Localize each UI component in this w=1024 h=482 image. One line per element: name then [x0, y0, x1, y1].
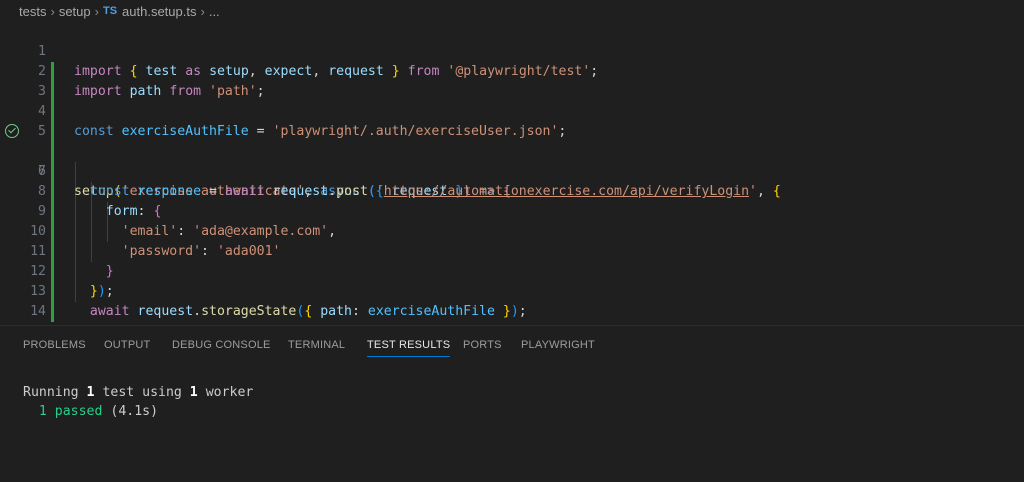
breadcrumb-folder-tests[interactable]: tests	[19, 4, 46, 19]
tab-ports[interactable]: PORTS	[463, 339, 502, 351]
typescript-file-icon: TS	[102, 5, 118, 17]
breadcrumb-symbol-ellipsis[interactable]: ...	[209, 4, 220, 19]
code-line[interactable]: 3	[0, 62, 1024, 99]
tab-test-results[interactable]: TEST RESULTS	[367, 339, 451, 357]
breadcrumb: tests › setup › TS auth.setup.ts › ...	[0, 0, 1024, 22]
code-line[interactable]: 12 });	[0, 242, 1024, 299]
code-line[interactable]: 5	[0, 102, 1024, 139]
chevron-right-icon: ›	[94, 3, 99, 19]
code-line[interactable]: 8 form: {	[0, 162, 1024, 219]
duration: (4.1s)	[110, 404, 159, 419]
code-line[interactable]: 11 }	[0, 222, 1024, 279]
code-line[interactable]: 1 import { test as setup, expect, reques…	[0, 22, 1024, 79]
chevron-right-icon: ›	[200, 3, 205, 19]
code-line[interactable]: 15	[0, 302, 1024, 339]
tab-terminal[interactable]: TERMINAL	[288, 339, 345, 351]
bottom-panel: PROBLEMS OUTPUT DEBUG CONSOLE TERMINAL T…	[0, 325, 1024, 482]
tab-problems[interactable]: PROBLEMS	[23, 339, 86, 351]
code-line[interactable]: 6 setup('exercise authenticate', async (…	[0, 122, 1024, 199]
panel-tabs: PROBLEMS OUTPUT DEBUG CONSOLE TERMINAL T…	[0, 326, 1024, 364]
test-passed-icon[interactable]	[5, 124, 19, 138]
code-line[interactable]: 9 'email': 'ada@example.com',	[0, 182, 1024, 239]
chevron-right-icon: ›	[50, 3, 55, 19]
tab-playwright[interactable]: PLAYWRIGHT	[521, 339, 595, 351]
code-line[interactable]: 7 const response = await request.post('h…	[0, 142, 1024, 199]
tab-debug-console[interactable]: DEBUG CONSOLE	[172, 339, 271, 351]
code-line[interactable]: 2 import path from 'path';	[0, 42, 1024, 99]
passed-count: 1 passed	[38, 404, 103, 419]
code-line[interactable]: 10 'password': 'ada001'	[0, 202, 1024, 259]
code-editor[interactable]: 1 import { test as setup, expect, reques…	[0, 22, 1024, 339]
code-line[interactable]: 13 await request.storageState({ path: ex…	[0, 262, 1024, 319]
test-output-result: 1 passed (4.1s)	[23, 402, 158, 421]
code-line[interactable]: 14 });	[0, 282, 1024, 339]
breadcrumb-file[interactable]: auth.setup.ts	[122, 4, 196, 19]
breadcrumb-folder-setup[interactable]: setup	[59, 4, 91, 19]
code-line[interactable]: 4 const exerciseAuthFile = 'playwright/.…	[0, 82, 1024, 139]
tab-output[interactable]: OUTPUT	[104, 339, 150, 351]
test-output-summary: Running 1 test using 1 worker	[23, 385, 254, 400]
